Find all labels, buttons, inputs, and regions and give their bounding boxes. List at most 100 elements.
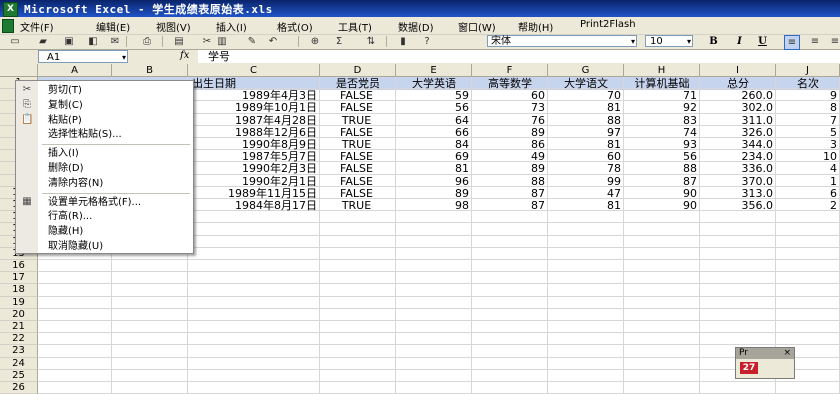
table-cell[interactable]: 370.0 <box>700 175 774 188</box>
format-painter-icon[interactable]: ✎ <box>245 35 259 48</box>
column-header-a[interactable]: A <box>38 64 112 77</box>
table-cell[interactable]: 92 <box>624 101 697 114</box>
table-cell[interactable]: 1990年8月9日 <box>188 138 317 151</box>
row-header[interactable]: 19 <box>0 296 38 309</box>
table-cell[interactable]: FALSE <box>320 101 393 114</box>
table-cell[interactable]: 49 <box>472 150 545 163</box>
context-menu-item[interactable]: 选择性粘贴(S)... <box>16 128 193 141</box>
menu-window[interactable]: 窗口(W) <box>458 19 496 34</box>
table-cell[interactable]: 89 <box>472 162 545 175</box>
column-header-b[interactable]: B <box>112 64 188 77</box>
table-cell[interactable]: 311.0 <box>700 114 774 127</box>
table-cell[interactable]: 1990年2月3日 <box>188 162 317 175</box>
align-left-icon[interactable]: ≡ <box>784 35 800 50</box>
context-menu-item[interactable]: 行高(R)... <box>16 210 193 223</box>
row-header[interactable]: 26 <box>0 382 38 395</box>
table-cell[interactable]: 71 <box>624 89 697 102</box>
row-header[interactable]: 23 <box>0 345 38 358</box>
table-cell[interactable]: 5 <box>776 126 837 139</box>
print2flash-button[interactable]: 27 <box>740 362 758 374</box>
header-cell[interactable]: 计算机基础 <box>626 77 698 90</box>
table-cell[interactable]: 56 <box>396 101 469 114</box>
context-menu-item[interactable]: ⎘ 复制(C) <box>16 99 193 112</box>
table-cell[interactable]: 97 <box>548 126 621 139</box>
menu-data[interactable]: 数据(D) <box>398 19 434 34</box>
floating-toolbar-header[interactable]: Pr × <box>736 348 794 359</box>
row-header[interactable]: 18 <box>0 284 38 297</box>
table-cell[interactable]: 56 <box>624 150 697 163</box>
table-cell[interactable]: 302.0 <box>700 101 774 114</box>
table-cell[interactable]: 60 <box>472 89 545 102</box>
table-cell[interactable]: 1987年4月28日 <box>188 114 317 127</box>
header-cell[interactable]: 是否党员 <box>322 77 394 90</box>
table-cell[interactable]: 78 <box>548 162 621 175</box>
table-cell[interactable]: 70 <box>548 89 621 102</box>
table-cell[interactable]: TRUE <box>320 138 393 151</box>
row-header[interactable]: 25 <box>0 369 38 382</box>
table-cell[interactable]: 1989年11月15日 <box>188 187 317 200</box>
table-cell[interactable]: 74 <box>624 126 697 139</box>
header-cell[interactable]: 高等数学 <box>474 77 546 90</box>
table-cell[interactable]: 81 <box>396 162 469 175</box>
formula-input[interactable]: 学号 <box>198 50 840 63</box>
new-icon[interactable]: ▭ <box>8 35 22 48</box>
excel-app-icon[interactable]: X <box>3 2 18 17</box>
table-cell[interactable]: 69 <box>396 150 469 163</box>
context-menu-item[interactable]: 隐藏(H) <box>16 225 193 238</box>
align-center-icon[interactable]: ≡ <box>808 35 822 48</box>
name-box[interactable]: A1 ▾ <box>38 50 128 63</box>
table-cell[interactable]: FALSE <box>320 150 393 163</box>
context-menu-item[interactable]: 删除(D) <box>16 162 193 175</box>
table-cell[interactable]: 47 <box>548 187 621 200</box>
table-cell[interactable]: TRUE <box>320 114 393 127</box>
table-cell[interactable]: 64 <box>396 114 469 127</box>
context-menu-item[interactable]: 清除内容(N) <box>16 177 193 190</box>
table-cell[interactable]: FALSE <box>320 162 393 175</box>
context-menu-item[interactable]: 📋 粘贴(P) <box>16 114 193 127</box>
table-cell[interactable]: 90 <box>624 199 697 212</box>
table-cell[interactable]: 73 <box>472 101 545 114</box>
research-icon[interactable]: ▤ <box>172 35 186 48</box>
column-header-g[interactable]: G <box>548 64 624 77</box>
table-cell[interactable]: 81 <box>548 199 621 212</box>
table-cell[interactable]: 1 <box>776 175 837 188</box>
align-right-icon[interactable]: ≡ <box>828 35 840 48</box>
table-cell[interactable]: 87 <box>472 187 545 200</box>
undo-icon[interactable]: ↶ <box>266 35 280 48</box>
column-header-d[interactable]: D <box>320 64 396 77</box>
table-cell[interactable]: 88 <box>624 162 697 175</box>
row-header[interactable]: 22 <box>0 333 38 346</box>
table-cell[interactable]: 98 <box>396 199 469 212</box>
table-cell[interactable]: 84 <box>396 138 469 151</box>
table-cell[interactable]: TRUE <box>320 199 393 212</box>
header-cell[interactable]: 出生日期 <box>192 77 320 90</box>
table-cell[interactable]: 6 <box>776 187 837 200</box>
save-icon[interactable]: ▣ <box>62 35 76 48</box>
permission-icon[interactable]: ◧ <box>86 35 100 48</box>
table-cell[interactable]: FALSE <box>320 89 393 102</box>
table-cell[interactable]: 89 <box>472 126 545 139</box>
sort-ascending-icon[interactable]: ⇅ <box>364 35 378 48</box>
column-header-c[interactable]: C <box>188 64 320 77</box>
table-cell[interactable]: 66 <box>396 126 469 139</box>
column-header-i[interactable]: I <box>700 64 776 77</box>
table-cell[interactable]: 326.0 <box>700 126 774 139</box>
print-icon[interactable]: ⎙ <box>140 35 154 48</box>
chart-wizard-icon[interactable]: ▮ <box>396 35 410 48</box>
table-cell[interactable]: 86 <box>472 138 545 151</box>
context-menu-item[interactable]: 取消隐藏(U) <box>16 240 193 253</box>
underline-button[interactable]: U <box>755 35 770 48</box>
table-cell[interactable]: 4 <box>776 162 837 175</box>
chevron-down-icon[interactable]: ▾ <box>122 51 126 64</box>
font-size-select[interactable]: 10 ▾ <box>645 35 693 47</box>
table-cell[interactable]: 87 <box>624 175 697 188</box>
table-cell[interactable]: 59 <box>396 89 469 102</box>
column-header-f[interactable]: F <box>472 64 548 77</box>
table-cell[interactable]: 1990年2月1日 <box>188 175 317 188</box>
row-header[interactable]: 17 <box>0 272 38 285</box>
table-cell[interactable]: 8 <box>776 101 837 114</box>
table-cell[interactable]: 260.0 <box>700 89 774 102</box>
table-cell[interactable]: 3 <box>776 138 837 151</box>
menu-file[interactable]: 文件(F) <box>20 19 54 34</box>
context-menu-item[interactable]: ✂ 剪切(T) <box>16 84 193 97</box>
